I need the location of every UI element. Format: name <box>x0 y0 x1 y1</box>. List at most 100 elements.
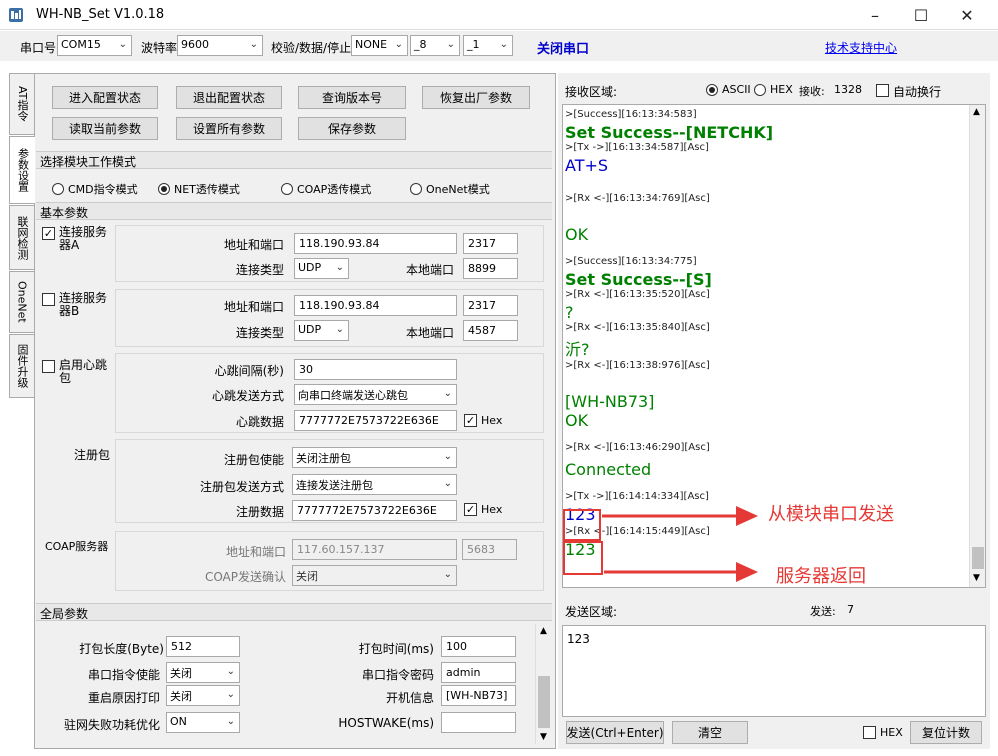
heartbeat-checkbox[interactable] <box>42 360 55 373</box>
send-input[interactable]: 123 <box>562 625 986 717</box>
mode-coap-radio[interactable]: COAP透传模式 <box>281 181 371 197</box>
chevron-down-icon: ⌄ <box>118 39 127 50</box>
server-a-type-label: 连接类型 <box>235 263 284 277</box>
register-hex-checkbox[interactable]: ✓ <box>464 503 477 516</box>
uart-cmd-select[interactable]: 关闭 ⌄ <box>166 662 240 683</box>
server-b-addr-input[interactable]: 118.190.93.84 <box>294 295 457 316</box>
reboot-select[interactable]: 关闭 ⌄ <box>166 685 240 706</box>
pack-time-label: 打包时间(ms) <box>358 642 434 656</box>
clear-button[interactable]: 清空 <box>672 721 748 744</box>
tab-firmware[interactable]: 固件升级 <box>9 334 35 398</box>
heartbeat-hex-label: Hex <box>481 414 503 427</box>
mode-net-radio[interactable]: NET透传模式 <box>158 181 240 197</box>
mode-onenet-radio[interactable]: OneNet模式 <box>410 181 490 197</box>
boot-info-label: 开机信息 <box>385 691 434 705</box>
databits-select[interactable]: _8 ⌄ <box>410 35 460 56</box>
send-button[interactable]: 发送(Ctrl+Enter) <box>566 721 664 744</box>
query-version-button[interactable]: 查询版本号 <box>298 86 406 109</box>
scroll-down-icon: ▼ <box>973 573 980 583</box>
heartbeat-label: 启用心跳包 <box>59 358 108 385</box>
enter-config-button[interactable]: 进入配置状态 <box>52 86 158 109</box>
coap-addr-input[interactable]: 117.60.157.137 <box>292 539 457 560</box>
register-enable-label: 注册包使能 <box>223 453 284 467</box>
heartbeat-hex-checkbox[interactable]: ✓ <box>464 414 477 427</box>
log-line: [WH-NB73] <box>565 392 655 411</box>
server-b-type-select[interactable]: UDP ⌄ <box>294 320 349 341</box>
server-a-local-input[interactable]: 8899 <box>463 258 518 279</box>
register-data-input[interactable]: 7777772E7573722E636E <box>292 500 457 521</box>
server-b-addr-label: 地址和端口 <box>223 300 284 314</box>
radio-icon <box>754 83 766 96</box>
receive-scrollbar[interactable]: ▲ ▼ <box>969 105 985 587</box>
autowrap-checkbox[interactable] <box>876 84 889 97</box>
server-b-checkbox[interactable] <box>42 293 55 306</box>
chevron-down-icon: ⌄ <box>443 388 452 399</box>
mode-cmd-radio[interactable]: CMD指令模式 <box>52 181 138 197</box>
receive-count: 1328 <box>834 83 862 96</box>
tab-params[interactable]: 参数设置 <box>9 136 35 204</box>
stopbits-select[interactable]: _1 ⌄ <box>463 35 513 56</box>
uart-pwd-input[interactable]: admin <box>441 662 516 683</box>
reset-count-button[interactable]: 复位计数 <box>910 721 982 744</box>
register-enable-select[interactable]: 关闭注册包 ⌄ <box>292 447 457 468</box>
heartbeat-data-label: 心跳数据 <box>235 415 284 429</box>
parity-select[interactable]: NONE ⌄ <box>351 35 408 56</box>
chevron-down-icon: ⌄ <box>443 478 452 489</box>
basic-section-title: 基本参数 <box>36 202 552 220</box>
read-params-button[interactable]: 读取当前参数 <box>52 117 158 140</box>
heartbeat-interval-input[interactable]: 30 <box>294 359 457 380</box>
port-label: 串口号 <box>20 41 57 55</box>
server-a-type-select[interactable]: UDP ⌄ <box>294 258 349 279</box>
server-b-port-input[interactable]: 2317 <box>463 295 518 316</box>
exit-config-button[interactable]: 退出配置状态 <box>176 86 282 109</box>
send-hex-checkbox[interactable] <box>863 726 876 739</box>
server-a-checkbox[interactable]: ✓ <box>42 227 55 240</box>
boot-info-input[interactable]: [WH-NB73] <box>441 685 516 706</box>
log-line: 沂? <box>565 340 590 359</box>
server-a-addr-input[interactable]: 118.190.93.84 <box>294 233 457 254</box>
global-scrollbar[interactable]: ▲ ▼ <box>535 624 552 744</box>
lowpower-select[interactable]: ON ⌄ <box>166 712 240 733</box>
baud-select[interactable]: 9600 ⌄ <box>177 35 263 56</box>
log-line: >[Rx <-][16:13:35:840][Asc] <box>565 322 710 333</box>
hostwake-input[interactable] <box>441 712 516 733</box>
server-b-local-input[interactable]: 4587 <box>463 320 518 341</box>
tab-onenet[interactable]: OneNet <box>9 271 35 333</box>
close-icon[interactable]: ✕ <box>944 0 990 30</box>
tab-network[interactable]: 联网检测 <box>9 205 35 270</box>
heartbeat-interval-label: 心跳间隔(秒) <box>214 364 284 378</box>
rx-highlight-box <box>563 541 603 575</box>
scroll-up-icon: ▲ <box>973 107 980 117</box>
close-port-button[interactable]: 关闭串口 <box>537 38 589 57</box>
server-a-port-input[interactable]: 2317 <box>463 233 518 254</box>
chevron-down-icon: ⌄ <box>226 689 235 700</box>
log-line: >[Rx <-][16:13:46:290][Asc] <box>565 442 710 453</box>
save-params-button[interactable]: 保存参数 <box>298 117 406 140</box>
heartbeat-mode-select[interactable]: 向串口终端发送心跳包 ⌄ <box>294 384 457 405</box>
send-count-label: 发送: <box>810 605 836 618</box>
chevron-down-icon: ⌄ <box>394 39 403 50</box>
coap-confirm-select[interactable]: 关闭 ⌄ <box>292 565 457 586</box>
register-mode-select[interactable]: 连接发送注册包 ⌄ <box>292 474 457 495</box>
port-select[interactable]: COM15 ⌄ <box>57 35 132 56</box>
restore-factory-button[interactable]: 恢复出厂参数 <box>422 86 530 109</box>
tab-at[interactable]: AT指令 <box>9 73 35 135</box>
chevron-down-icon: ⌄ <box>499 39 508 50</box>
ascii-radio[interactable]: ASCII <box>706 83 751 96</box>
global-section-title: 全局参数 <box>36 603 552 621</box>
uart-pwd-label: 串口指令密码 <box>361 668 434 682</box>
set-all-button[interactable]: 设置所有参数 <box>176 117 282 140</box>
register-data-label: 注册数据 <box>235 505 284 519</box>
pack-time-input[interactable]: 100 <box>441 636 516 657</box>
send-hex-label: HEX <box>880 726 903 739</box>
annotation-send: 从模块串口发送 <box>768 504 894 525</box>
coap-port-input[interactable]: 5683 <box>462 539 517 560</box>
pack-len-input[interactable]: 512 <box>166 636 240 657</box>
mode-section-title: 选择模块工作模式 <box>36 151 552 169</box>
support-link[interactable]: 技术支持中心 <box>825 39 897 56</box>
heartbeat-data-input[interactable]: 7777772E7573722E636E <box>294 410 457 431</box>
autowrap-label: 自动换行 <box>893 85 942 99</box>
hex-radio[interactable]: HEX <box>754 83 793 96</box>
maximize-icon[interactable]: ☐ <box>898 0 944 30</box>
minimize-icon[interactable]: – <box>852 0 898 30</box>
